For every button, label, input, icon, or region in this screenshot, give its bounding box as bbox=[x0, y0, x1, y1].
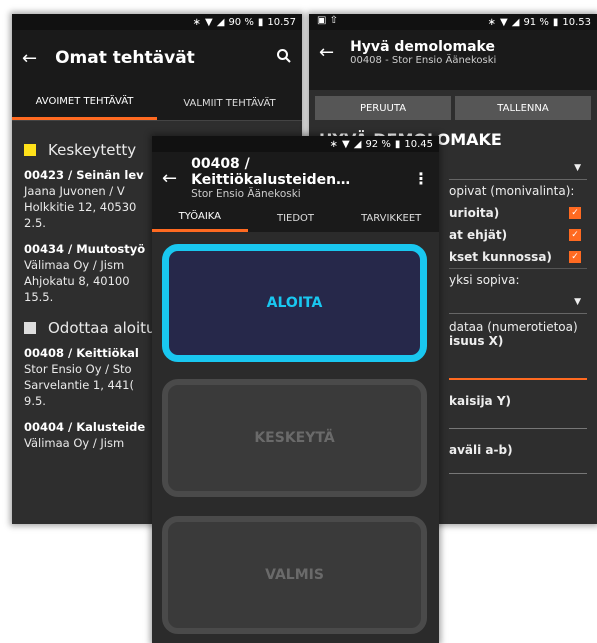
dropdown-arrow-icon: ▼ bbox=[574, 163, 581, 173]
field-label: isuus X) bbox=[449, 334, 504, 348]
signal-icon: ◢ bbox=[511, 16, 520, 28]
battery-icon: ▮ bbox=[257, 16, 264, 28]
clock: 10.45 bbox=[404, 138, 433, 150]
tab-work-time[interactable]: TYÖAIKA bbox=[152, 204, 248, 232]
battery-icon: ▮ bbox=[394, 138, 401, 150]
battery-icon: ▮ bbox=[552, 16, 559, 28]
page-subtitle: Stor Ensio Äänekoski bbox=[191, 188, 301, 200]
save-button[interactable]: TALLENNA bbox=[455, 96, 591, 120]
notification-icons: ▣ ⇧ bbox=[317, 15, 339, 26]
tab-completed-tasks[interactable]: VALMIIT TEHTÄVÄT bbox=[157, 86, 302, 120]
bluetooth-icon: ∗ bbox=[329, 138, 339, 150]
page-title: Hyvä demolomake bbox=[350, 38, 495, 55]
clock: 10.53 bbox=[562, 16, 591, 28]
clock: 10.57 bbox=[267, 16, 296, 28]
arrow-back-icon[interactable]: ← bbox=[162, 168, 177, 189]
checkbox-row[interactable]: kset kunnossa) ✓ bbox=[449, 246, 587, 268]
field-label: yksi sopiva: bbox=[449, 268, 587, 291]
status-square-icon bbox=[24, 144, 36, 156]
search-icon[interactable] bbox=[276, 48, 292, 68]
field-label: kaisija Y) bbox=[449, 394, 512, 408]
dropdown-select[interactable]: ▼ bbox=[449, 157, 587, 180]
phone-time-tracking: ∗ ▼ ◢ 92 % ▮ 10.45 ← 00408 / Keittiökalu… bbox=[152, 136, 439, 643]
arrow-back-icon[interactable]: ← bbox=[319, 42, 334, 63]
field-label: opivat (monivalinta): bbox=[449, 184, 575, 198]
checkbox-row[interactable]: at ehjät) ✓ bbox=[449, 224, 587, 246]
field-label: dataa (numerotietoa) bbox=[449, 320, 578, 334]
status-square-icon bbox=[24, 322, 36, 334]
cancel-button[interactable]: PERUUTA bbox=[315, 96, 451, 120]
dropdown-arrow-icon: ▼ bbox=[574, 297, 581, 307]
page-subtitle: 00408 - Stor Ensio Äänekoski bbox=[350, 54, 497, 66]
battery-level: 90 % bbox=[228, 16, 254, 28]
text-input[interactable] bbox=[449, 418, 587, 429]
checkbox-checked-icon[interactable]: ✓ bbox=[569, 251, 581, 263]
page-title: 00408 / Keittiökalusteiden… bbox=[191, 156, 351, 188]
page-title: Omat tehtävät bbox=[55, 48, 195, 68]
checkbox-checked-icon[interactable]: ✓ bbox=[569, 207, 581, 219]
wifi-icon: ▼ bbox=[205, 16, 213, 28]
checkbox-checked-icon[interactable]: ✓ bbox=[569, 229, 581, 241]
wifi-icon: ▼ bbox=[500, 16, 508, 28]
bluetooth-icon: ∗ bbox=[487, 16, 497, 28]
range-input[interactable] bbox=[449, 467, 587, 474]
field-label: aväli a-b) bbox=[449, 443, 513, 457]
battery-level: 92 % bbox=[365, 138, 391, 150]
tab-open-tasks[interactable]: AVOIMET TEHTÄVÄT bbox=[12, 86, 157, 120]
signal-icon: ◢ bbox=[216, 16, 225, 28]
status-bar: ∗ ▼ ◢ 92 % ▮ 10.45 bbox=[152, 136, 439, 152]
signal-icon: ◢ bbox=[353, 138, 362, 150]
tab-details[interactable]: TIEDOT bbox=[248, 204, 344, 232]
battery-level: 91 % bbox=[523, 16, 549, 28]
bluetooth-icon: ∗ bbox=[192, 16, 202, 28]
tab-supplies[interactable]: TARVIKKEET bbox=[343, 204, 439, 232]
start-button[interactable]: ALOITA bbox=[162, 244, 427, 362]
done-button[interactable]: VALMIS bbox=[162, 516, 427, 634]
number-input[interactable] bbox=[449, 372, 587, 380]
more-vert-icon[interactable]: ⋮ bbox=[413, 169, 429, 188]
checkbox-row[interactable]: urioita) ✓ bbox=[449, 202, 587, 224]
status-bar: ▣ ⇧ ∗ ▼ ◢ 91 % ▮ 10.53 bbox=[309, 14, 597, 30]
wifi-icon: ▼ bbox=[342, 138, 350, 150]
status-bar: ∗ ▼ ◢ 90 % ▮ 10.57 bbox=[12, 14, 302, 30]
pause-button[interactable]: KESKEYTÄ bbox=[162, 379, 427, 497]
dropdown-select[interactable]: ▼ bbox=[449, 291, 587, 314]
arrow-back-icon[interactable]: ← bbox=[22, 48, 37, 69]
